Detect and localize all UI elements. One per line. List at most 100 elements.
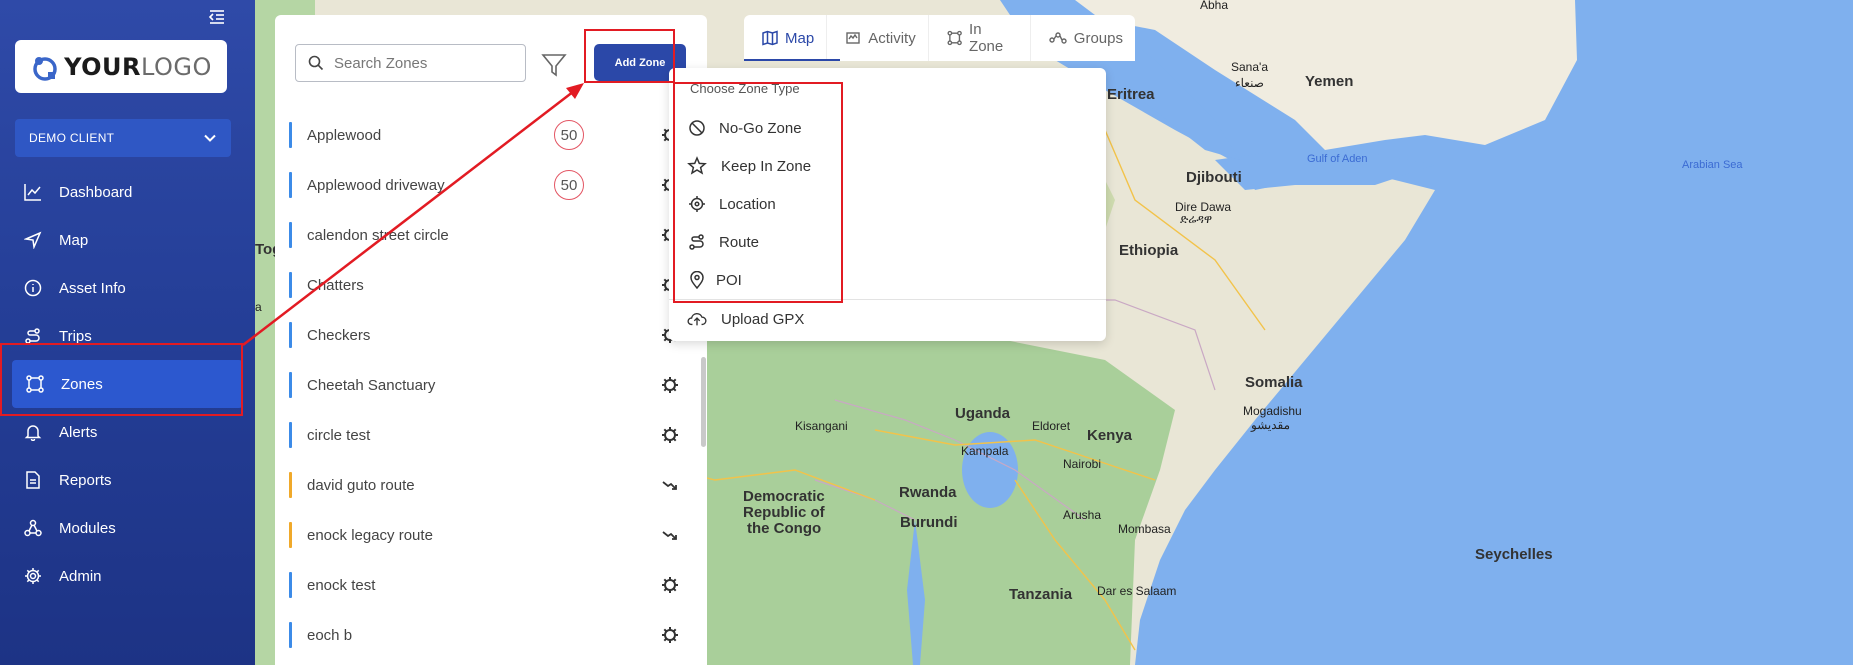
menu-item-label: Upload GPX	[721, 310, 805, 328]
zone-color-bar	[289, 222, 292, 248]
location-target-icon	[687, 194, 707, 214]
tab-in-zone[interactable]: In Zone	[929, 15, 1031, 61]
client-selector[interactable]: DEMO CLIENT	[15, 119, 231, 157]
tab-activity[interactable]: Activity	[827, 15, 929, 61]
zone-name: enock test	[307, 576, 376, 594]
search-box[interactable]	[295, 44, 526, 82]
map-label-sea: Arabian Sea	[1682, 159, 1743, 171]
scrollbar-thumb[interactable]	[701, 357, 706, 447]
gear-icon[interactable]	[659, 624, 681, 646]
tab-groups[interactable]: Groups	[1031, 15, 1135, 61]
map-label-city: a	[255, 300, 262, 314]
list-item[interactable]: calendon street circle	[289, 210, 707, 260]
tab-map[interactable]: Map	[744, 15, 828, 61]
cloud-upload-icon	[687, 309, 707, 329]
gear-icon	[23, 566, 43, 586]
sidebar: YOURLOGO DEMO CLIENT Dashboard Map Asset…	[0, 0, 255, 665]
zone-name: calendon street circle	[307, 226, 449, 244]
zone-color-bar	[289, 472, 292, 498]
sidebar-item-label: Map	[59, 231, 89, 249]
list-item[interactable]: david guto route	[289, 460, 707, 510]
trend-route-icon[interactable]	[659, 474, 681, 496]
list-item[interactable]: Applewood 50	[289, 110, 707, 160]
sidebar-item-label: Admin	[59, 567, 102, 585]
list-item[interactable]: Cheetah Sanctuary	[289, 360, 707, 410]
menu-item-keep-in-zone[interactable]: Keep In Zone	[687, 151, 811, 181]
sidebar-item-trips[interactable]: Trips	[0, 312, 255, 360]
map-label-city: Arusha	[1063, 508, 1102, 522]
map-label-city: ድሬዳዋ	[1180, 212, 1213, 226]
zone-color-bar	[289, 272, 292, 298]
info-circle-icon	[23, 278, 43, 298]
zone-color-bar	[289, 422, 292, 448]
zone-name: david guto route	[307, 476, 415, 494]
menu-item-label: POI	[716, 271, 742, 289]
list-item[interactable]: enock legacy route	[289, 510, 707, 560]
map-label-country: Eritrea	[1107, 86, 1155, 103]
menu-item-location[interactable]: Location	[687, 189, 776, 219]
list-item[interactable]: enock test	[289, 560, 707, 610]
menu-item-poi[interactable]: POI	[687, 265, 742, 295]
sidebar-item-asset-info[interactable]: Asset Info	[0, 264, 255, 312]
sidebar-item-label: Dashboard	[59, 183, 133, 201]
map-label-country: Burundi	[900, 514, 958, 531]
sidebar-nav: Dashboard Map Asset Info Trips Zones Ale…	[0, 168, 255, 600]
sidebar-item-label: Trips	[59, 327, 92, 345]
sidebar-item-label: Asset Info	[59, 279, 126, 297]
menu-item-upload-gpx[interactable]: Upload GPX	[687, 304, 804, 334]
sidebar-item-zones[interactable]: Zones	[12, 360, 243, 408]
gear-icon[interactable]	[659, 574, 681, 596]
map-pin-icon	[687, 270, 707, 290]
menu-item-no-go-zone[interactable]: No-Go Zone	[687, 113, 802, 143]
sidebar-item-alerts[interactable]: Alerts	[0, 408, 255, 456]
list-item[interactable]: Checkers	[289, 310, 707, 360]
menu-title: Choose Zone Type	[690, 81, 800, 96]
route-icon	[687, 232, 707, 252]
chevron-down-icon	[204, 134, 216, 142]
zone-name: Applewood driveway	[307, 176, 445, 194]
search-input[interactable]	[334, 54, 514, 72]
map-label-city: Mombasa	[1118, 522, 1171, 536]
tab-label: Groups	[1073, 29, 1123, 47]
zones-icon	[947, 30, 962, 46]
chart-line-icon	[23, 182, 43, 202]
document-icon	[23, 470, 43, 490]
star-icon	[687, 156, 707, 176]
zone-count-badge: 50	[554, 170, 584, 200]
map-label-city: Kampala	[961, 444, 1009, 458]
zone-color-bar	[289, 372, 292, 398]
list-item[interactable]: Applewood driveway 50	[289, 160, 707, 210]
gear-icon[interactable]	[659, 374, 681, 396]
map-label-country: the Congo	[747, 520, 822, 537]
sidebar-item-map[interactable]: Map	[0, 216, 255, 264]
sidebar-item-modules[interactable]: Modules	[0, 504, 255, 552]
list-item[interactable]: eoch b	[289, 610, 707, 660]
sidebar-item-label: Reports	[59, 471, 112, 489]
map-label-country: Republic of	[743, 504, 825, 521]
logo: YOURLOGO	[15, 40, 227, 93]
navigation-arrow-icon	[23, 230, 43, 250]
logo-text: YOURLOGO	[64, 53, 212, 81]
trend-route-icon[interactable]	[659, 524, 681, 546]
list-item[interactable]: Chatters	[289, 260, 707, 310]
sidebar-item-label: Alerts	[59, 423, 98, 441]
zone-name: circle test	[307, 426, 371, 444]
sidebar-item-label: Modules	[59, 519, 116, 537]
map-label-city: Abha	[1200, 0, 1229, 12]
logo-text-light: LOGO	[141, 52, 212, 81]
filter-icon[interactable]	[540, 51, 568, 79]
map-label-city: Nairobi	[1063, 457, 1102, 471]
menu-item-route[interactable]: Route	[687, 227, 759, 257]
modules-icon	[23, 518, 43, 538]
sidebar-item-dashboard[interactable]: Dashboard	[0, 168, 255, 216]
list-item[interactable]: circle test	[289, 410, 707, 460]
map-label-city: Mogadishu	[1243, 404, 1302, 418]
collapse-sidebar-icon[interactable]	[206, 6, 228, 28]
activity-icon	[846, 32, 860, 44]
menu-divider	[669, 299, 1106, 300]
gear-icon[interactable]	[659, 424, 681, 446]
logo-text-bold: YOUR	[64, 52, 141, 81]
sidebar-item-admin[interactable]: Admin	[0, 552, 255, 600]
sidebar-item-reports[interactable]: Reports	[0, 456, 255, 504]
tab-label: Map	[785, 29, 815, 47]
